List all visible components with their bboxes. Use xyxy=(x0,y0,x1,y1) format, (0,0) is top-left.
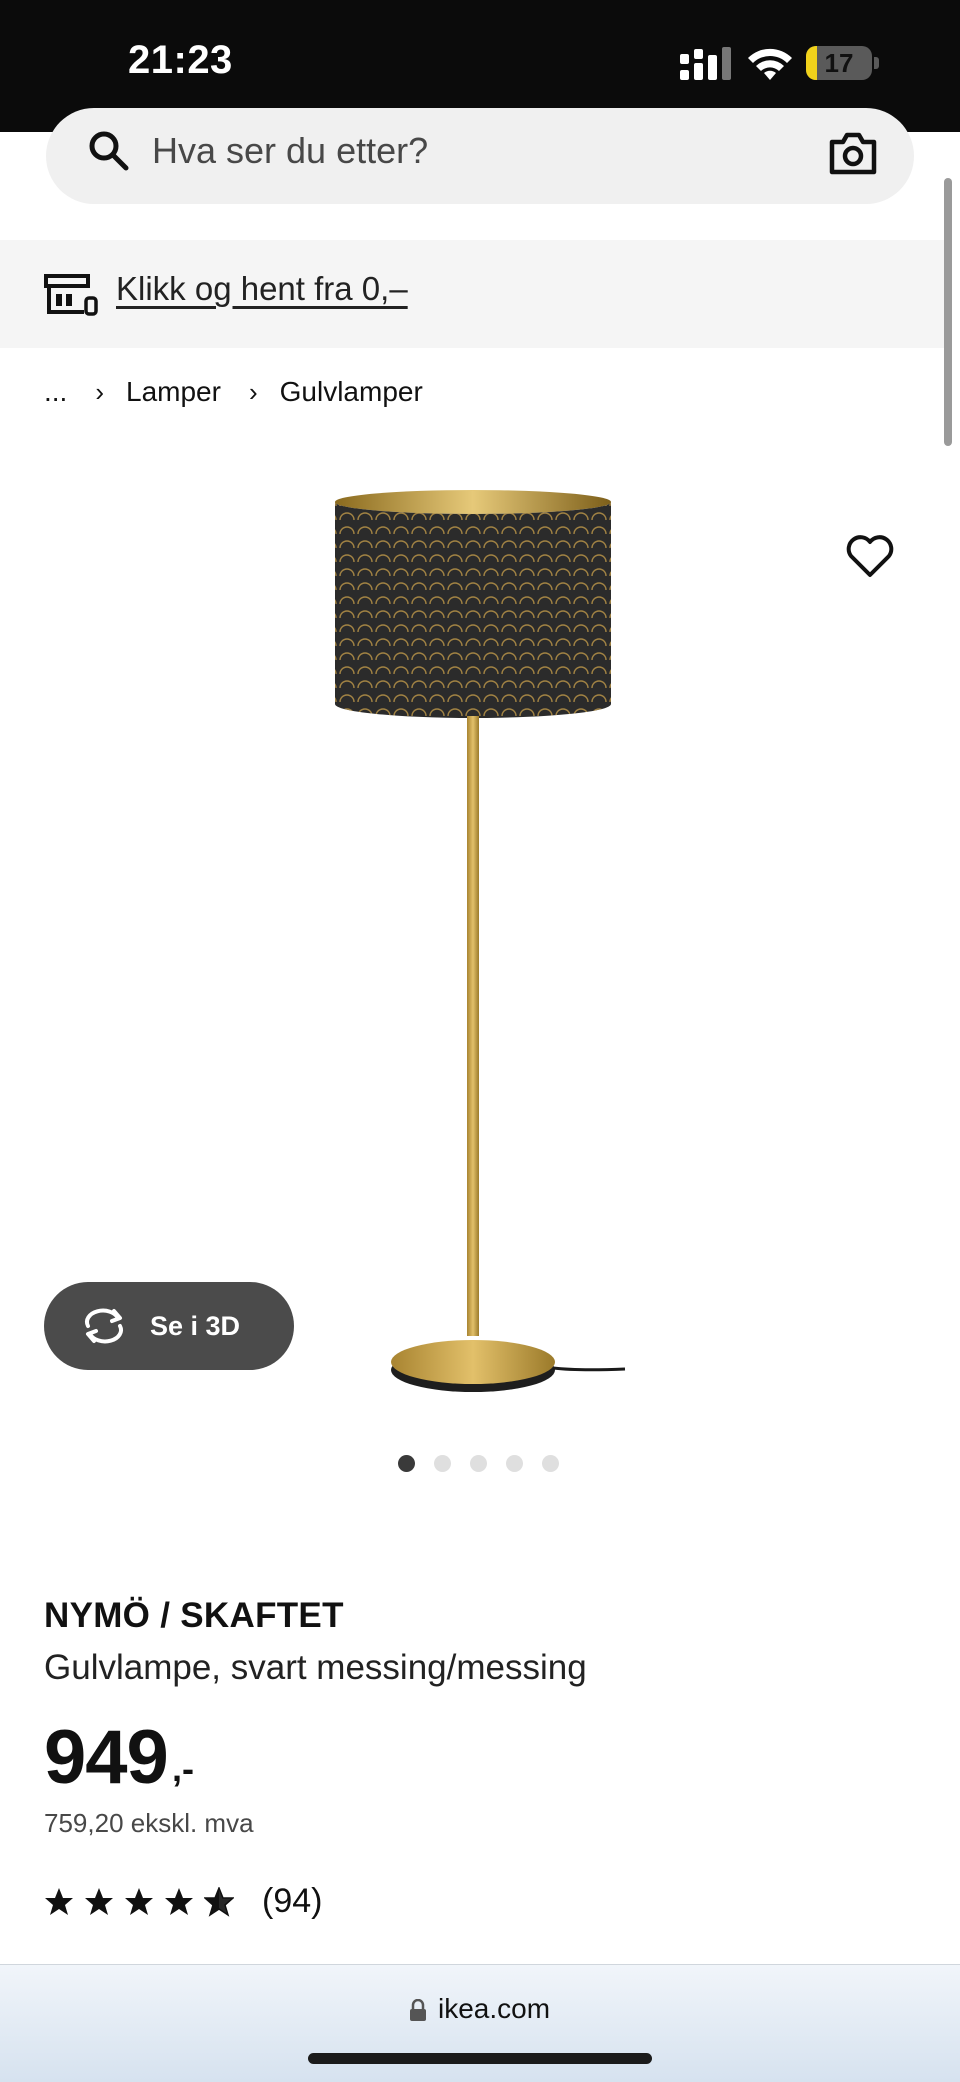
browser-address-bar[interactable]: ikea.com xyxy=(0,1964,960,2082)
status-time: 21:23 xyxy=(128,38,233,82)
heart-icon[interactable] xyxy=(844,532,896,580)
product-rating[interactable]: (94) xyxy=(44,1882,322,1921)
search-icon[interactable] xyxy=(86,128,132,174)
image-carousel-dots xyxy=(398,1455,578,1472)
view-in-3d-label: Se i 3D xyxy=(150,1310,241,1341)
lock-icon xyxy=(410,1999,426,2021)
carousel-dot[interactable] xyxy=(398,1455,415,1472)
breadcrumb-ellipsis[interactable]: ... xyxy=(44,376,67,408)
search-bar[interactable] xyxy=(46,108,914,204)
carousel-dot[interactable] xyxy=(434,1455,451,1472)
star-icon xyxy=(125,1887,153,1915)
battery-nub xyxy=(874,57,879,69)
star-icon xyxy=(85,1887,113,1915)
camera-icon[interactable] xyxy=(828,130,878,176)
signal-icon xyxy=(680,47,731,80)
price-excl-vat: 759,20 ekskl. mva xyxy=(44,1808,254,1838)
star-icon xyxy=(165,1887,193,1915)
view-in-3d-button[interactable]: Se i 3D xyxy=(44,1282,294,1370)
url-text[interactable]: ikea.com xyxy=(438,1993,550,2025)
carousel-dot[interactable] xyxy=(506,1455,523,1472)
search-input[interactable] xyxy=(152,130,752,172)
star-icon xyxy=(45,1887,73,1915)
breadcrumb-item-gulvlamper[interactable]: Gulvlamper xyxy=(280,376,423,408)
promo-strip: Klikk og hent fra 0,– xyxy=(0,240,944,348)
price-suffix: ,- xyxy=(172,1748,194,1789)
battery-level: 17 xyxy=(824,48,854,78)
wifi-icon xyxy=(748,48,792,80)
product-description: Gulvlampe, svart messing/messing xyxy=(44,1648,587,1687)
rotate-3d-icon xyxy=(85,1308,123,1344)
battery-icon: 17 xyxy=(806,46,872,80)
product-price: 949 xyxy=(44,1715,169,1800)
click-and-collect-link[interactable]: Klikk og hent fra 0,– xyxy=(116,270,408,308)
star-half-icon xyxy=(204,1886,234,1917)
carousel-dot[interactable] xyxy=(470,1455,487,1472)
page-scrollbar[interactable] xyxy=(944,178,952,446)
chevron-right-icon: › xyxy=(95,376,105,407)
store-pickup-icon xyxy=(44,274,98,316)
breadcrumb-item-lamper[interactable]: Lamper xyxy=(126,376,221,408)
product-name: NYMÖ / SKAFTET xyxy=(44,1596,344,1635)
carousel-dot[interactable] xyxy=(542,1455,559,1472)
chevron-right-icon: › xyxy=(248,376,258,407)
review-count[interactable]: (94) xyxy=(262,1882,322,1921)
product-image[interactable] xyxy=(320,480,640,1420)
home-indicator[interactable] xyxy=(308,2053,652,2064)
breadcrumb: ... › Lamper › Gulvlamper xyxy=(44,376,423,408)
